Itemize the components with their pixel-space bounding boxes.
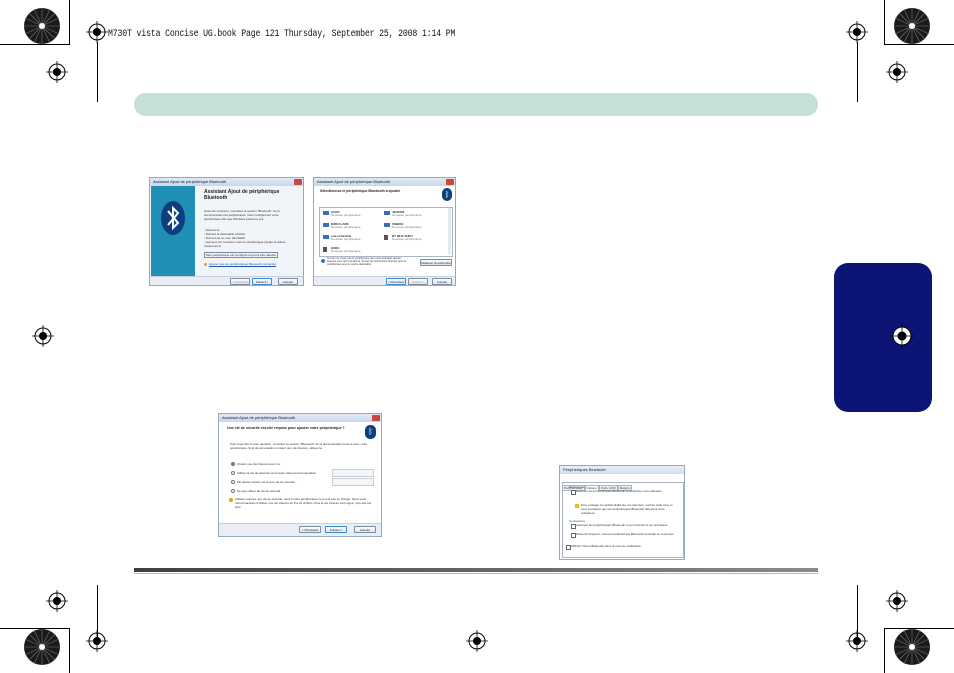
header-band — [134, 93, 818, 116]
shield-icon — [204, 263, 207, 266]
check-label: Autoriser les périphériques Bluetooth à … — [576, 489, 663, 493]
next-button[interactable]: Suivant > — [252, 278, 272, 285]
registration-target-icon — [846, 21, 868, 43]
registration-target-icon — [86, 630, 108, 652]
registration-target-icon — [46, 61, 68, 83]
device-ready-checkbox[interactable]: Mon périphérique est configuré et prêt à… — [204, 252, 278, 258]
cancel-button[interactable]: Annuler — [278, 278, 298, 285]
phone-icon — [323, 247, 327, 252]
radio-option[interactable] — [231, 462, 235, 466]
warning-text: Pour protéger la confidentialité de vos … — [581, 503, 673, 515]
starburst-target-icon — [893, 628, 931, 671]
custom-key-input[interactable] — [332, 478, 374, 486]
wizard-intro: Avant de continuer, consultez la section… — [204, 209, 280, 221]
bluetooth-icon — [161, 201, 185, 235]
computer-icon — [323, 211, 329, 215]
window-titlebar: Assistant Ajout de périphérique Bluetoot… — [219, 414, 381, 422]
warning-icon — [575, 504, 579, 508]
device-list[interactable]: ACER Nouveau périphérique JENSON Nouveau… — [319, 207, 453, 257]
computer-icon — [323, 223, 329, 227]
device-sub: Nouveau périphérique — [392, 237, 422, 241]
crop-mark — [69, 0, 70, 44]
device-note: Si vous ne voyez pas le périphérique que… — [327, 257, 407, 266]
info-icon — [321, 259, 325, 263]
previous-button[interactable]: < Précédent — [230, 278, 250, 285]
check-label: M'avertir lorsqu'un nouveau périphérique… — [576, 532, 674, 536]
registration-target-icon — [846, 630, 868, 652]
option-label: Choisir une clé d'accès pour moi — [237, 462, 281, 466]
security-key-input[interactable] — [332, 469, 374, 477]
security-heading: Une clé de sécurité est-elle requise pou… — [227, 426, 345, 430]
crop-mark — [884, 0, 885, 44]
crop-mark — [884, 628, 885, 673]
next-button[interactable]: Suivant > — [325, 526, 347, 533]
crop-mark — [97, 42, 98, 102]
previous-button[interactable]: < Précédent — [386, 278, 406, 285]
check-label: Afficher l'icône Bluetooth dans la zone … — [571, 544, 642, 548]
side-tab — [834, 263, 932, 412]
cancel-button[interactable]: Annuler — [354, 526, 376, 533]
window-titlebar: Périphériques Bluetooth — [560, 466, 684, 474]
wizard-heading: Assistant Ajout de périphérique Bluetoot… — [204, 189, 280, 201]
print-header-line: M730T vista Concise UG.book Page 121 Thu… — [108, 29, 456, 40]
option-label: Utiliser la clé de sécurité se trouvant … — [237, 471, 318, 475]
registration-target-icon — [466, 630, 488, 652]
crop-mark — [69, 628, 70, 673]
registration-target-icon — [886, 61, 908, 83]
security-note: Utilisez toujours une clé de sécurité, s… — [235, 497, 372, 509]
screenshot-bluetooth-options: Périphériques Bluetooth Périphériques Opt… — [559, 465, 685, 560]
radio-option[interactable] — [231, 489, 235, 493]
shield-icon — [229, 498, 233, 502]
device-sub: Nouveau périphérique — [331, 249, 361, 253]
device-sub: Nouveau périphérique — [331, 213, 361, 217]
screenshot-security-key: Assistant Ajout de périphérique Bluetoot… — [218, 413, 382, 537]
cancel-button[interactable]: Annuler — [432, 278, 452, 285]
close-icon — [294, 179, 302, 185]
device-sub: Nouveau périphérique — [392, 225, 422, 229]
footer-rule-thin — [134, 573, 818, 574]
footer-rule — [134, 568, 818, 572]
bluetooth-side-panel — [151, 186, 195, 276]
computer-icon — [384, 211, 390, 215]
starburst-target-icon — [23, 7, 61, 50]
device-sub: Nouveau périphérique — [331, 225, 361, 229]
window-titlebar: Assistant Ajout de périphérique Bluetoot… — [314, 178, 455, 186]
registration-target-icon — [889, 323, 915, 349]
registration-target-icon — [46, 590, 68, 612]
security-intro: Pour répondre à cette question, consulte… — [230, 442, 368, 450]
bluetooth-link[interactable]: Ajouter que les périphériques Bluetooth … — [209, 262, 276, 266]
tab-bar: Périphériques Options Ports COM Matériel — [562, 476, 633, 491]
select-heading: Sélectionnez le périphérique Bluetooth à… — [320, 189, 401, 193]
computer-icon — [323, 235, 329, 239]
bluetooth-icon: ᛒ — [442, 188, 452, 201]
check-label: Autoriser les périphériques Bluetooth à … — [576, 523, 668, 527]
list-item: - Appuyez sur le bouton sous le périphér… — [204, 240, 286, 248]
device-sub: Nouveau périphérique — [392, 213, 422, 217]
registration-target-icon — [86, 21, 108, 43]
window-titlebar: Assistant Ajout de périphérique Bluetoot… — [150, 178, 303, 186]
starburst-target-icon — [893, 7, 931, 50]
close-icon — [372, 415, 380, 421]
screenshot-add-device-wizard: Assistant Ajout de périphérique Bluetoot… — [149, 177, 304, 286]
options-panel: Découverte Autoriser les périphériques B… — [562, 482, 684, 558]
close-icon — [446, 179, 454, 185]
previous-button[interactable]: < Précédent — [299, 526, 321, 533]
screenshot-select-device: Assistant Ajout de périphérique Bluetoot… — [313, 177, 456, 286]
option-label: Ne pas utiliser de clé de sécurité — [237, 489, 281, 493]
registration-target-icon — [886, 590, 908, 612]
crop-mark — [857, 42, 858, 102]
scrollbar[interactable] — [448, 208, 451, 254]
radio-option[interactable] — [231, 471, 235, 475]
rescan-button[interactable]: Relancer la recherche — [420, 259, 452, 266]
device-sub: Nouveau périphérique — [331, 237, 361, 241]
starburst-target-icon — [23, 628, 61, 671]
computer-icon — [384, 223, 390, 227]
option-label: Me laisser choisir ma propre clé de sécu… — [237, 480, 297, 484]
window-title: Périphériques Bluetooth — [563, 467, 606, 472]
next-button[interactable]: Suivant > — [408, 278, 428, 285]
registration-target-icon — [32, 325, 54, 347]
bluetooth-icon: ᛒ — [365, 425, 376, 439]
radio-option[interactable] — [231, 480, 235, 484]
phone-icon — [384, 235, 388, 240]
